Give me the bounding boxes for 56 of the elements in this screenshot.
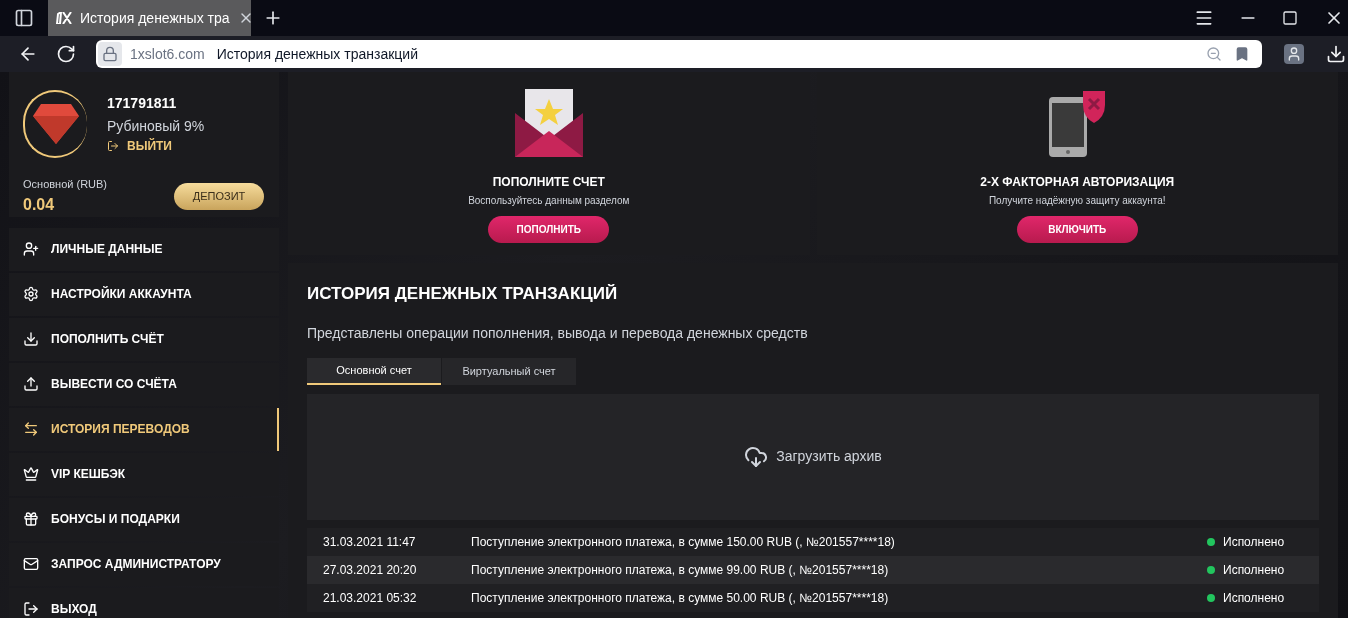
transaction-date: 27.03.2021 20:20 xyxy=(323,561,418,579)
menu-item[interactable]: ИСТОРИЯ ПЕРЕВОДОВ xyxy=(9,407,279,451)
envelope-star-icon xyxy=(514,89,583,157)
level-text: Рубиновый 9% xyxy=(107,117,205,136)
download-archive-button[interactable]: Загрузить архив xyxy=(744,444,882,469)
transaction-status: Исполнено xyxy=(1223,561,1286,579)
logout-icon xyxy=(23,601,39,617)
transaction-status: Исполнено xyxy=(1223,533,1286,551)
download-icon[interactable] xyxy=(1326,44,1346,64)
account-tab[interactable]: Основной счет xyxy=(307,357,441,385)
promo-subtitle: Получите надёжную защиту аккаунта! xyxy=(988,194,1166,208)
promo-button[interactable]: ВКЛЮЧИТЬ xyxy=(1016,216,1138,243)
menu-item[interactable]: ЛИЧНЫЕ ДАННЫЕ xyxy=(9,227,279,271)
cloud-download-icon xyxy=(744,444,769,469)
url-title: История денежных транзакций xyxy=(216,44,418,64)
history-title: ИСТОРИЯ ДЕНЕЖНЫХ ТРАНЗАКЦИЙ xyxy=(307,283,619,305)
gears-icon xyxy=(23,286,39,302)
gift-icon xyxy=(23,511,39,527)
arrows-icon xyxy=(23,421,39,437)
lock-icon xyxy=(98,42,122,66)
transaction-status: Исполнено xyxy=(1223,589,1286,607)
transaction-date: 21.03.2021 05:32 xyxy=(323,589,418,607)
bookmark-icon[interactable] xyxy=(1234,46,1250,62)
envelope-icon xyxy=(23,556,39,572)
promo-title: ПОПОЛНИТЕ СЧЕТ xyxy=(492,174,605,191)
transaction-description: Поступление электронного платежа, в сумме 150.00 RUB (, №201557****18) xyxy=(471,533,896,551)
download-icon xyxy=(23,331,39,347)
transaction-description: Поступление электронного платежа, в сумме 99.00 RUB (, №201557****18) xyxy=(471,561,890,579)
logout-link[interactable]: ВЫЙТИ xyxy=(107,137,205,155)
user-id: 171791811 xyxy=(107,94,178,113)
transaction-date: 31.03.2021 11:47 xyxy=(323,533,417,551)
transaction-description: Поступление электронного платежа, в сумме 50.00 RUB (, №201557****18) xyxy=(471,589,890,607)
reload-icon[interactable] xyxy=(56,44,76,64)
promo-button[interactable]: ПОПОЛНИТЬ xyxy=(488,216,610,243)
logout-icon xyxy=(107,140,119,152)
browser-tab[interactable]: История денежных тра xyxy=(48,0,251,36)
upload-icon xyxy=(23,376,39,392)
address-bar[interactable]: 1xslot6.com История денежных транзакций xyxy=(96,40,1262,68)
deposit-button[interactable]: ДЕПОЗИТ xyxy=(174,182,264,210)
crown-icon xyxy=(23,466,39,482)
user-plus-icon xyxy=(23,241,39,257)
account-tab[interactable]: Виртуальный счет xyxy=(442,357,576,385)
menu-icon[interactable] xyxy=(1194,8,1214,28)
favicon-icon xyxy=(56,12,72,24)
sidebar-toggle-icon[interactable] xyxy=(14,8,34,28)
balance-label: Основной (RUB) xyxy=(23,177,108,192)
history-description: Представлены операции пополнения, вывода и перевода денежных средств xyxy=(307,323,809,343)
zoom-icon[interactable] xyxy=(1206,46,1222,62)
phone-shield-icon xyxy=(1047,89,1108,157)
promo-subtitle: Воспользуйтесь данным разделом xyxy=(468,194,630,208)
maximize-icon[interactable] xyxy=(1282,10,1298,26)
balance-amount: 0.04 xyxy=(23,194,56,215)
extension-icon[interactable] xyxy=(1284,44,1304,64)
tab-title: История денежных тра xyxy=(80,8,230,28)
url-domain: 1xslot6.com xyxy=(130,44,205,64)
promo-title: 2-Х ФАКТОРНАЯ АВТОРИЗАЦИЯ xyxy=(980,174,1175,191)
